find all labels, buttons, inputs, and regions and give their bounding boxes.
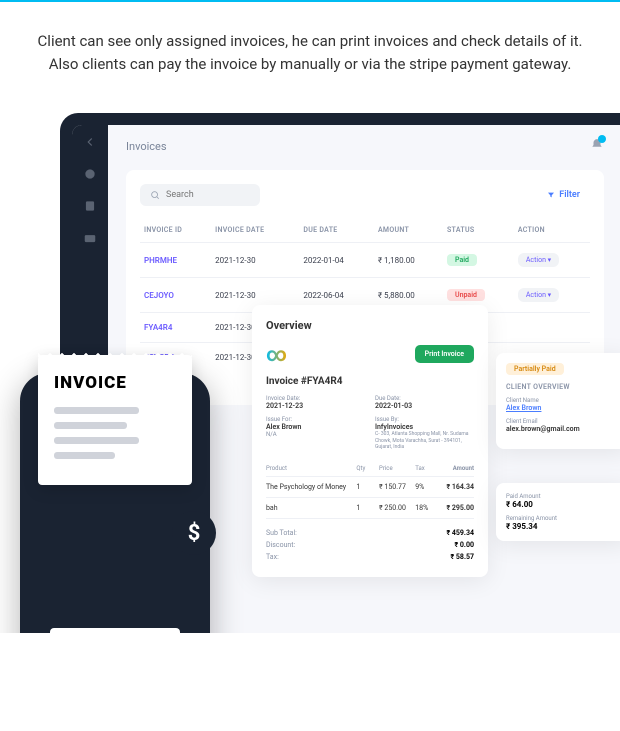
product-row: bah1₹ 250.0018%₹ 295.00	[266, 498, 474, 519]
overview-card: Overview ∞ Print Invoice Invoice #FYA4R4…	[252, 305, 488, 577]
overview-title: Overview	[266, 319, 474, 332]
status-badge: Partially Paid	[506, 363, 564, 375]
col-action: ACTION	[514, 218, 590, 243]
page-description: Client can see only assigned invoices, h…	[0, 2, 620, 93]
table-row[interactable]: PHRMHE2021-12-302022-01-04₹ 1,180.00Paid…	[140, 243, 590, 278]
filter-icon	[547, 191, 555, 199]
search-icon	[150, 190, 160, 200]
client-overview-card: Partially Paid CLIENT OVERVIEW Client Na…	[496, 353, 620, 449]
card-icon[interactable]	[83, 231, 97, 245]
invoice-label: INVOICE	[54, 373, 176, 393]
phone-illustration: INVOICE $	[20, 373, 210, 633]
back-icon[interactable]	[83, 135, 97, 149]
dashboard-icon[interactable]	[83, 167, 97, 181]
col-date: INVOICE DATE	[211, 218, 299, 243]
action-button[interactable]: Action ▾	[518, 288, 559, 302]
print-button[interactable]: Print Invoice	[415, 345, 474, 363]
amounts-card: Paid Amount ₹ 64.00 Remaining Amount ₹ 3…	[496, 483, 620, 541]
invoices-icon[interactable]	[83, 199, 97, 213]
product-row: The Psychology of Money1₹ 150.779%₹ 164.…	[266, 477, 474, 498]
search-input[interactable]	[140, 184, 260, 206]
dollar-icon: $	[172, 511, 216, 555]
col-amount: AMOUNT	[374, 218, 443, 243]
notification-bell[interactable]	[590, 137, 604, 156]
col-due: DUE DATE	[299, 218, 374, 243]
invoice-number: Invoice #FYA4R4	[266, 376, 474, 387]
col-id: INVOICE ID	[140, 218, 211, 243]
page-title: Invoices	[126, 140, 167, 153]
col-status: STATUS	[443, 218, 514, 243]
logo-icon: ∞	[266, 342, 287, 366]
action-button[interactable]: Action ▾	[518, 253, 559, 267]
filter-button[interactable]: Filter	[537, 184, 590, 206]
client-name-link[interactable]: Alex Brown	[506, 404, 541, 412]
